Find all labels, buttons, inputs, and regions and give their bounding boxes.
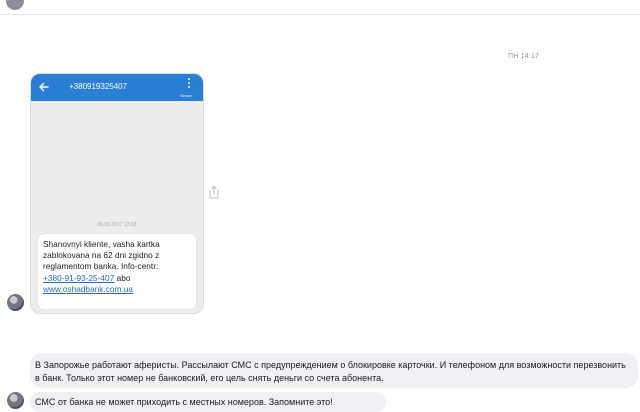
sms-message-bubble: Shanovnyi kliente, vasha kartka zablokov… (38, 234, 196, 309)
more-vertical-icon (188, 78, 192, 90)
sms-sender-number: +380919325407 (69, 82, 128, 91)
sms-abo-text: abo (114, 272, 131, 283)
sms-site-link: www.oshadbank.com.ua (43, 283, 133, 294)
top-bar (0, 0, 640, 15)
message-bubble: В Запорожье работают аферисты. Рассылают… (30, 353, 638, 388)
sms-line: www.oshadbank.com.ua (43, 284, 195, 295)
sms-line: reglamentom banka. Info-centr: (43, 261, 159, 272)
avatar[interactable] (7, 392, 24, 409)
sms-phone-link: +380-91-93-25-407 (43, 272, 115, 283)
sms-message-text: Shanovnyi kliente, vasha kartka zablokov… (43, 239, 195, 295)
message-text: В Запорожье работают аферисты. Рассылают… (35, 360, 626, 383)
sms-line: zablokovana na 62 dni zgidno z (43, 250, 160, 261)
sms-screenshot-image[interactable]: +380919325407 Simom 06.03.2017 13:03 Sha… (30, 73, 204, 314)
share-icon[interactable] (208, 185, 220, 199)
message-bubble: СМС от банка не может приходить с местны… (30, 392, 386, 412)
message-text: СМС от банка не может приходить с местны… (35, 397, 333, 407)
arrow-left-icon (39, 82, 49, 92)
message-timestamp: ПН 14:17 (508, 53, 540, 60)
avatar[interactable] (7, 294, 24, 311)
sms-app-header: +380919325407 Simom (31, 74, 203, 101)
sms-date: 06.03.2017 13:03 (97, 222, 137, 228)
sim-label: Simom (180, 93, 193, 98)
sms-line: +380-91-93-25-407 abo (43, 273, 195, 284)
sms-line: Shanovnyi kliente, vasha kartka (43, 239, 160, 249)
avatar[interactable] (6, 0, 24, 10)
